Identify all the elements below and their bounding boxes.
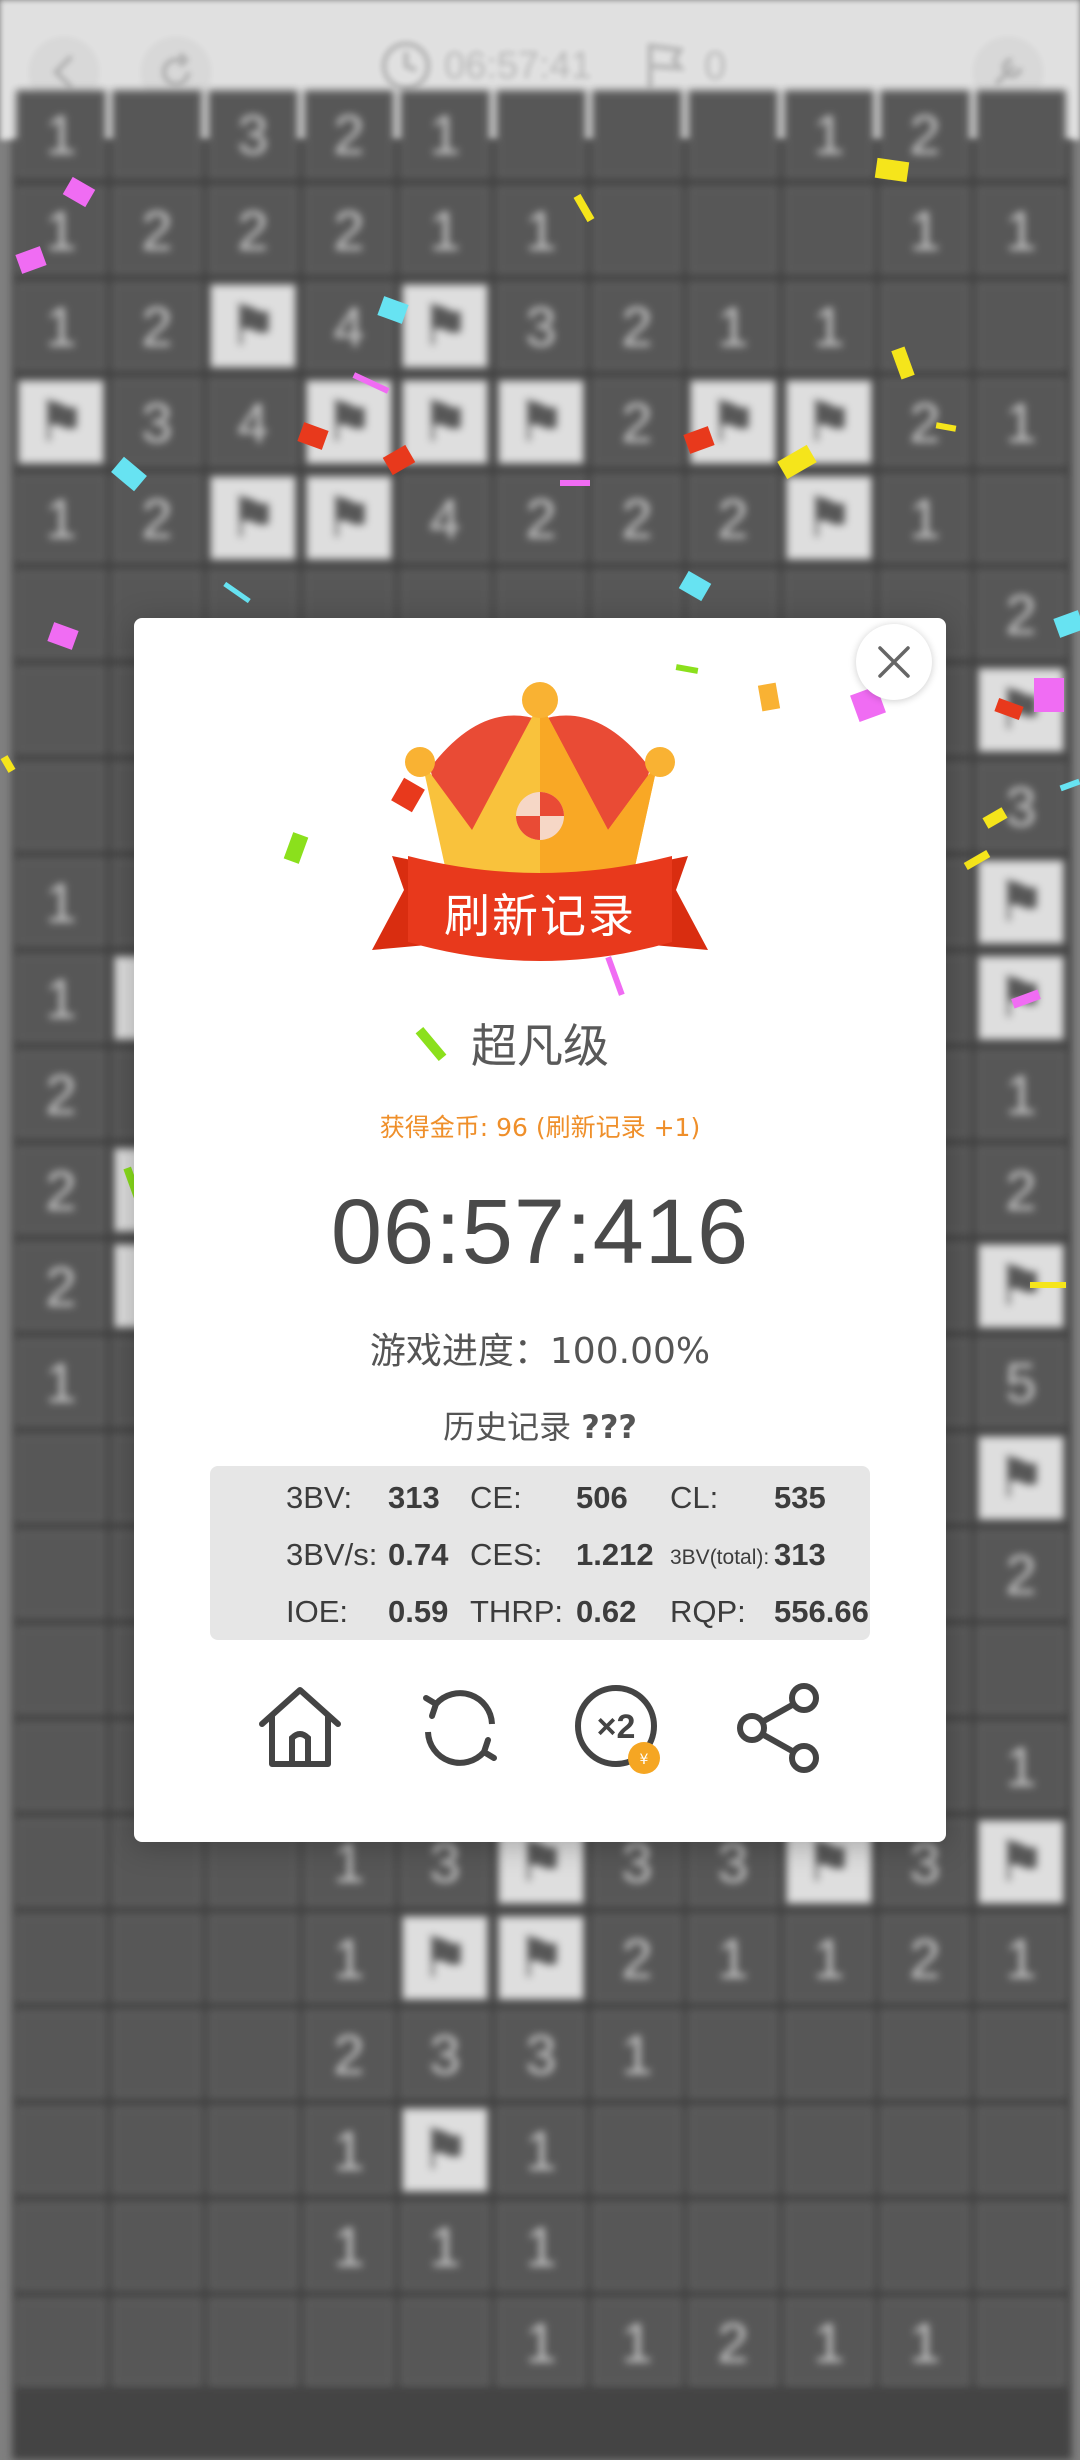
stat-label-3bvs: 3BV/s: (286, 1537, 378, 1572)
stat-value-ioe: 0.59 (388, 1594, 449, 1629)
stat-label-ce: CE: (470, 1480, 522, 1515)
confetti-piece (874, 157, 910, 183)
double-reward-button[interactable]: ×2 ¥ (572, 1680, 668, 1776)
share-icon (737, 1683, 819, 1773)
stat-label-ces: CES: (470, 1537, 543, 1572)
stat-label-3bv-total: 3BV(total): (670, 1546, 770, 1569)
svg-text:×2: ×2 (597, 1708, 636, 1746)
coins-earned: 获得金币: 96 (刷新记录 +1) (379, 1113, 701, 1142)
svg-text:¥: ¥ (640, 1752, 649, 1768)
confetti-piece (560, 480, 590, 486)
replay-icon (423, 1690, 497, 1766)
close-button[interactable] (856, 624, 932, 700)
replay-button[interactable] (412, 1680, 508, 1776)
share-button[interactable] (732, 1680, 828, 1776)
difficulty-level: 超凡级 (471, 1019, 609, 1073)
history-record: 历史记录 ??? (134, 1402, 946, 1448)
crown-badge: 刷新记录 (352, 680, 728, 1000)
stat-value-3bv-total: 313 (774, 1537, 826, 1572)
confetti-piece (1030, 1282, 1066, 1288)
double-reward-icon: ×2 ¥ (575, 1685, 660, 1774)
history-value: ??? (581, 1408, 637, 1446)
crown-icon (372, 682, 708, 961)
stat-label-rqp: RQP: (670, 1594, 746, 1629)
home-icon (259, 1687, 341, 1767)
stat-value-3bvs: 0.74 (388, 1537, 449, 1572)
stat-label-3bv: 3BV: (286, 1480, 353, 1515)
stat-value-3bv: 313 (388, 1480, 440, 1515)
game-screen: 06:57:41 0 1 3 2 1 1 2 1 2 2 2 1 1 1 1 1 2 ⚑ 4 ⚑ 3 2 1 1 ⚑ 3 4 ⚑ ⚑ ⚑… (0, 0, 1080, 2460)
stat-label-ioe: IOE: (286, 1594, 349, 1629)
stat-label-cl: CL: (670, 1480, 719, 1515)
stat-value-thrp: 0.62 (576, 1594, 637, 1629)
stat-value-ces: 1.212 (576, 1537, 654, 1572)
stat-label-thrp: THRP: (470, 1594, 563, 1629)
confetti-piece (1034, 678, 1064, 712)
modal-actions: ×2 ¥ (134, 1680, 946, 1780)
close-icon (878, 646, 910, 678)
game-progress: 游戏进度：100.00% (369, 1331, 711, 1372)
home-button[interactable] (252, 1680, 348, 1776)
stats-panel: 3BV: 313 CE: 506 CL: 535 3BV/s: 0.74 CES… (210, 1466, 870, 1640)
stat-value-rqp: 556.66 (774, 1594, 869, 1629)
stat-value-cl: 535 (774, 1480, 826, 1515)
final-time: 06:57:416 (330, 1181, 750, 1283)
record-banner-text: 刷新记录 (444, 889, 636, 943)
stat-value-ce: 506 (576, 1480, 628, 1515)
history-label: 历史记录 (443, 1408, 572, 1446)
